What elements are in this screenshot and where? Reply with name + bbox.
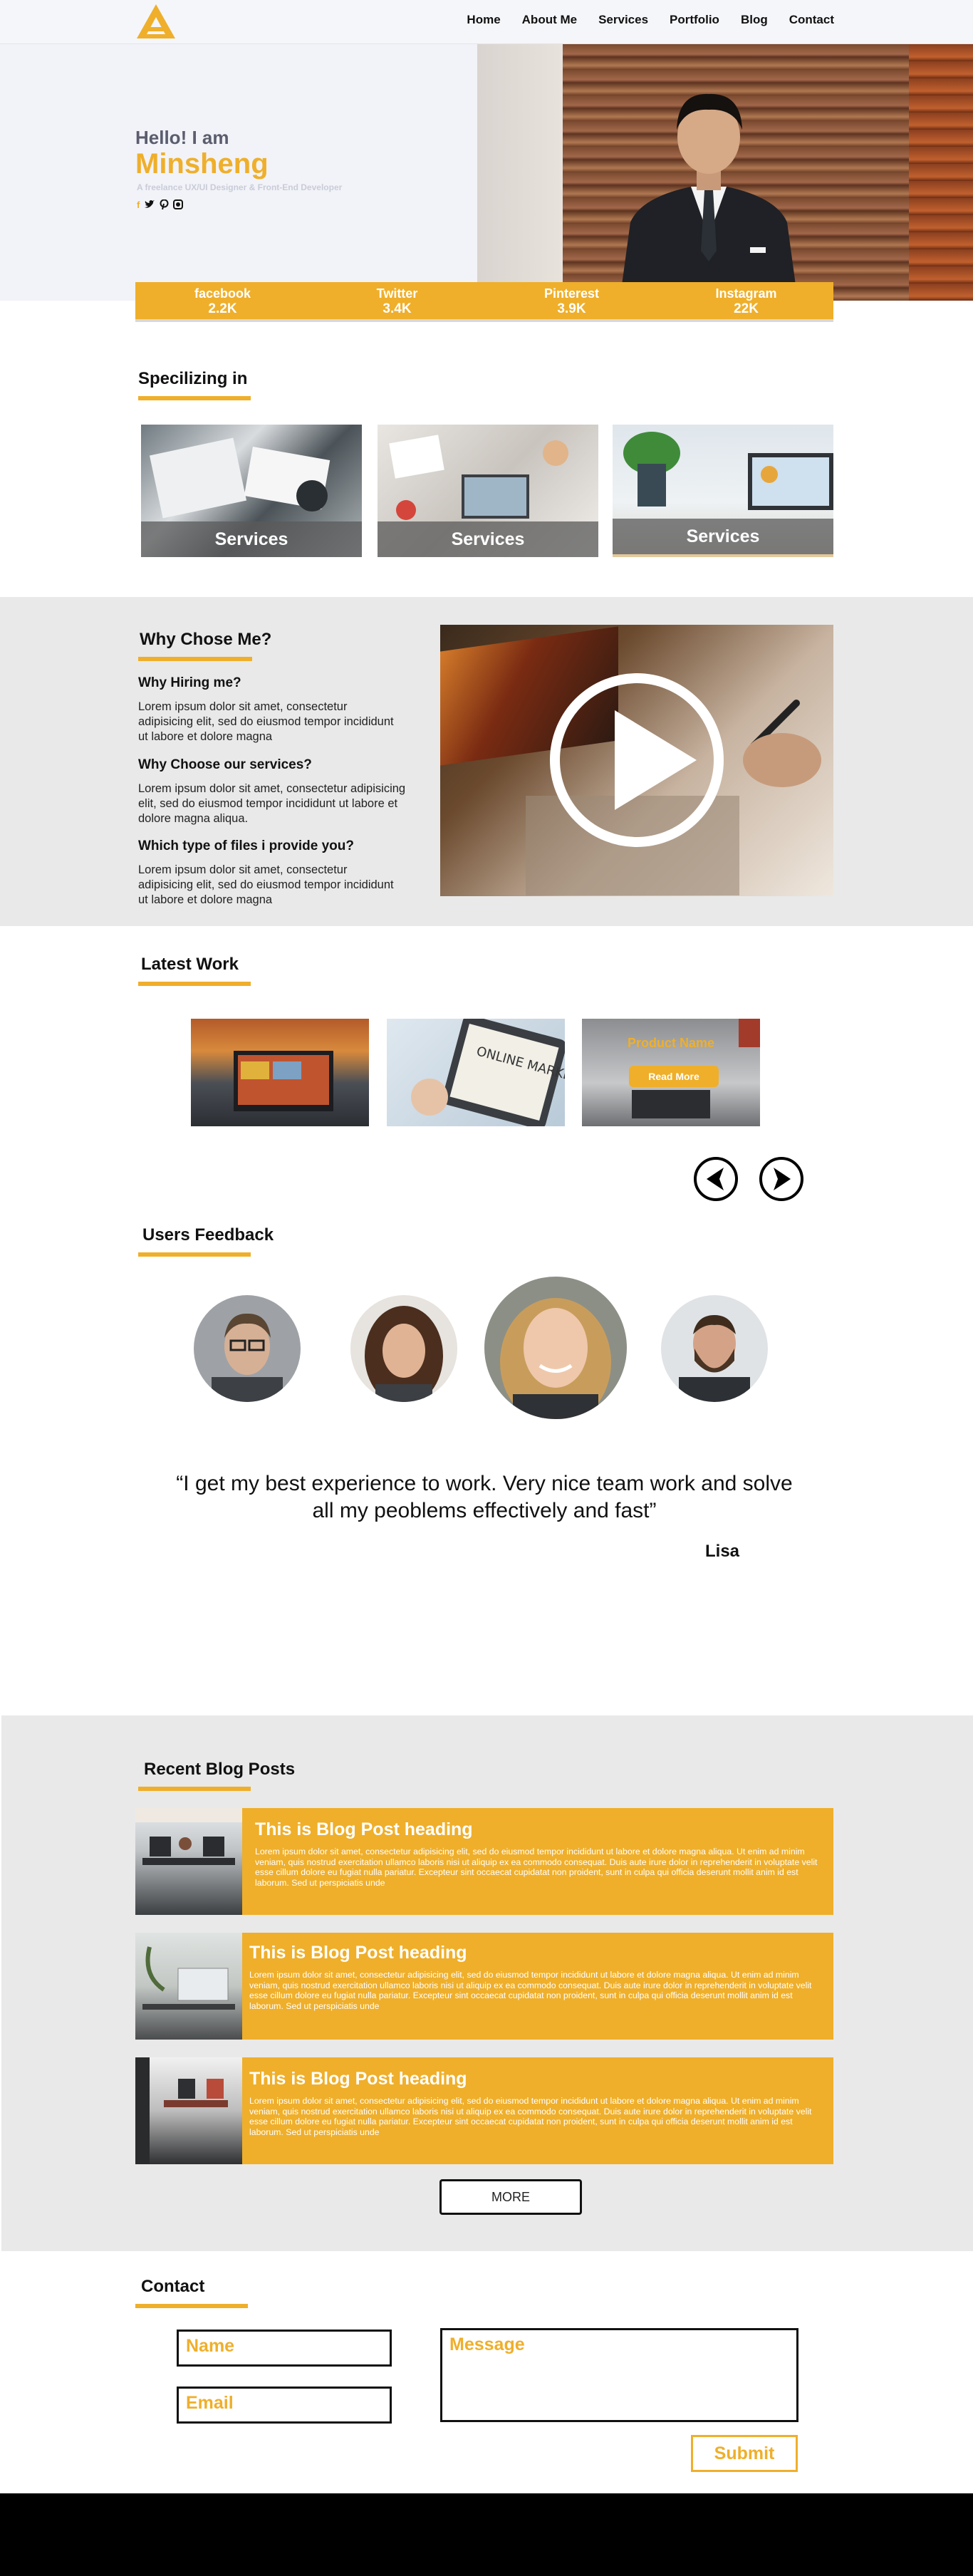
testimonial-quote: “I get my best experience to work. Very … bbox=[176, 1472, 793, 1522]
avatar-image bbox=[500, 1298, 611, 1419]
carousel-prev-button[interactable] bbox=[694, 1157, 738, 1201]
more-posts-button[interactable]: MORE bbox=[439, 2179, 582, 2215]
carousel-next-button[interactable] bbox=[759, 1157, 803, 1201]
stat-pinterest[interactable]: Pinterest 3.9K bbox=[484, 282, 659, 319]
nav-link-services[interactable]: Services bbox=[598, 13, 648, 27]
blog-post-thumbnail bbox=[135, 1808, 242, 1915]
hero-photo bbox=[477, 44, 973, 301]
product-name: Product Name bbox=[627, 1036, 715, 1050]
top-nav: Home About Me Services Portfolio Blog Co… bbox=[0, 0, 973, 44]
blog-post-title[interactable]: This is Blog Post heading bbox=[249, 1943, 467, 1963]
work-item-image: ONLINE MARKETING bbox=[411, 1019, 565, 1126]
contact-heading: Contact bbox=[141, 2277, 205, 2296]
blog-post-title[interactable]: This is Blog Post heading bbox=[249, 2069, 467, 2089]
service-label: Services bbox=[378, 521, 598, 557]
work-item[interactable] bbox=[191, 1019, 369, 1126]
stat-instagram[interactable]: Instagram 22K bbox=[659, 282, 833, 319]
why-answer: Lorem ipsum dolor sit amet, consectetur … bbox=[138, 782, 406, 825]
instagram-icon[interactable] bbox=[173, 199, 184, 209]
blog-post-thumbnail bbox=[135, 1933, 242, 2040]
work-item[interactable]: Product Name Read More bbox=[582, 1019, 760, 1126]
stat-facebook[interactable]: facebook 2.2K bbox=[135, 282, 310, 319]
read-more-button[interactable]: Read More bbox=[629, 1066, 719, 1087]
hero-name: Minsheng bbox=[135, 148, 269, 180]
service-card[interactable]: Services bbox=[141, 425, 362, 557]
nav-link-contact[interactable]: Contact bbox=[789, 13, 834, 27]
heading-underline bbox=[138, 1787, 251, 1791]
footer bbox=[0, 2493, 973, 2576]
heading-underline bbox=[138, 657, 252, 661]
testimonial-author: Lisa bbox=[705, 1542, 740, 1561]
blog-post-thumbnail bbox=[135, 2057, 242, 2164]
social-stats-bar: facebook 2.2K Twitter 3.4K Pinterest 3.9K I… bbox=[135, 282, 833, 322]
blog-heading: Recent Blog Posts bbox=[144, 1760, 296, 1779]
hero-social-icons: f bbox=[137, 199, 184, 210]
avatar-image bbox=[212, 1313, 283, 1402]
avatar-image bbox=[679, 1315, 750, 1402]
work-heading: Latest Work bbox=[141, 955, 239, 974]
hero-greeting: Hello! I am bbox=[135, 127, 229, 148]
avatar[interactable] bbox=[484, 1277, 627, 1419]
nav-link-home[interactable]: Home bbox=[467, 13, 500, 27]
email-field[interactable]: Email bbox=[177, 2387, 392, 2424]
heading-underline bbox=[138, 1252, 251, 1257]
blog-thumb-image bbox=[142, 1946, 235, 2010]
facebook-icon[interactable]: f bbox=[137, 199, 140, 210]
services-heading: Specilizing in bbox=[138, 369, 248, 388]
logo-icon[interactable] bbox=[135, 3, 177, 40]
work-item[interactable]: ONLINE MARKETING bbox=[387, 1019, 565, 1126]
twitter-icon[interactable] bbox=[144, 199, 155, 209]
arrow-right-icon bbox=[774, 1168, 791, 1190]
blog-post-excerpt: Lorem ipsum dolor sit amet, consectetur … bbox=[249, 1970, 812, 2011]
blog-post[interactable]: This is Blog Post heading Lorem ipsum do… bbox=[135, 1808, 833, 1915]
play-icon[interactable] bbox=[440, 625, 833, 896]
blog-post-excerpt: Lorem ipsum dolor sit amet, consectetur … bbox=[255, 1847, 818, 1888]
blog-post-excerpt: Lorem ipsum dolor sit amet, consectetur … bbox=[249, 2096, 812, 2137]
service-label: Services bbox=[613, 519, 833, 554]
blog-post[interactable]: This is Blog Post heading Lorem ipsum do… bbox=[135, 1933, 833, 2040]
why-question: Why Hiring me? bbox=[138, 675, 241, 690]
avatar[interactable] bbox=[661, 1295, 768, 1402]
why-question: Why Choose our services? bbox=[138, 757, 312, 772]
service-card[interactable]: Services bbox=[378, 425, 598, 557]
pinterest-icon[interactable] bbox=[160, 199, 169, 209]
stat-twitter[interactable]: Twitter 3.4K bbox=[310, 282, 484, 319]
avatar[interactable] bbox=[194, 1295, 301, 1402]
blog-thumb-image bbox=[135, 1808, 242, 1865]
message-field[interactable]: Message bbox=[440, 2328, 798, 2422]
arrow-left-icon bbox=[707, 1168, 724, 1190]
heading-underline bbox=[135, 2304, 248, 2308]
blog-post-title[interactable]: This is Blog Post heading bbox=[255, 1819, 473, 1840]
name-field[interactable]: Name bbox=[177, 2330, 392, 2367]
why-answer: Lorem ipsum dolor sit amet, consectetur … bbox=[138, 700, 394, 743]
blog-thumb-image bbox=[135, 2057, 228, 2164]
intro-video[interactable] bbox=[440, 625, 833, 896]
service-card[interactable]: Services bbox=[613, 425, 833, 557]
avatar[interactable] bbox=[350, 1295, 457, 1402]
heading-underline bbox=[138, 982, 251, 986]
why-heading: Why Chose Me? bbox=[140, 630, 272, 649]
nav-link-portfolio[interactable]: Portfolio bbox=[670, 13, 719, 27]
service-label: Services bbox=[141, 521, 362, 557]
why-question: Which type of files i provide you? bbox=[138, 838, 354, 853]
avatar-image bbox=[365, 1306, 443, 1402]
work-item-image bbox=[234, 1051, 333, 1111]
heading-underline bbox=[138, 396, 251, 400]
nav-link-blog[interactable]: Blog bbox=[741, 13, 768, 27]
submit-button[interactable]: Submit bbox=[691, 2435, 798, 2472]
nav-link-about[interactable]: About Me bbox=[522, 13, 577, 27]
why-answer: Lorem ipsum dolor sit amet, consectetur … bbox=[138, 863, 394, 906]
hero-tagline: A freelance UX/UI Designer & Front-End D… bbox=[137, 182, 343, 192]
person-figure bbox=[620, 93, 798, 301]
feedback-heading: Users Feedback bbox=[142, 1225, 274, 1245]
nav-links: Home About Me Services Portfolio Blog Co… bbox=[467, 13, 834, 27]
blog-post[interactable]: This is Blog Post heading Lorem ipsum do… bbox=[135, 2057, 833, 2164]
